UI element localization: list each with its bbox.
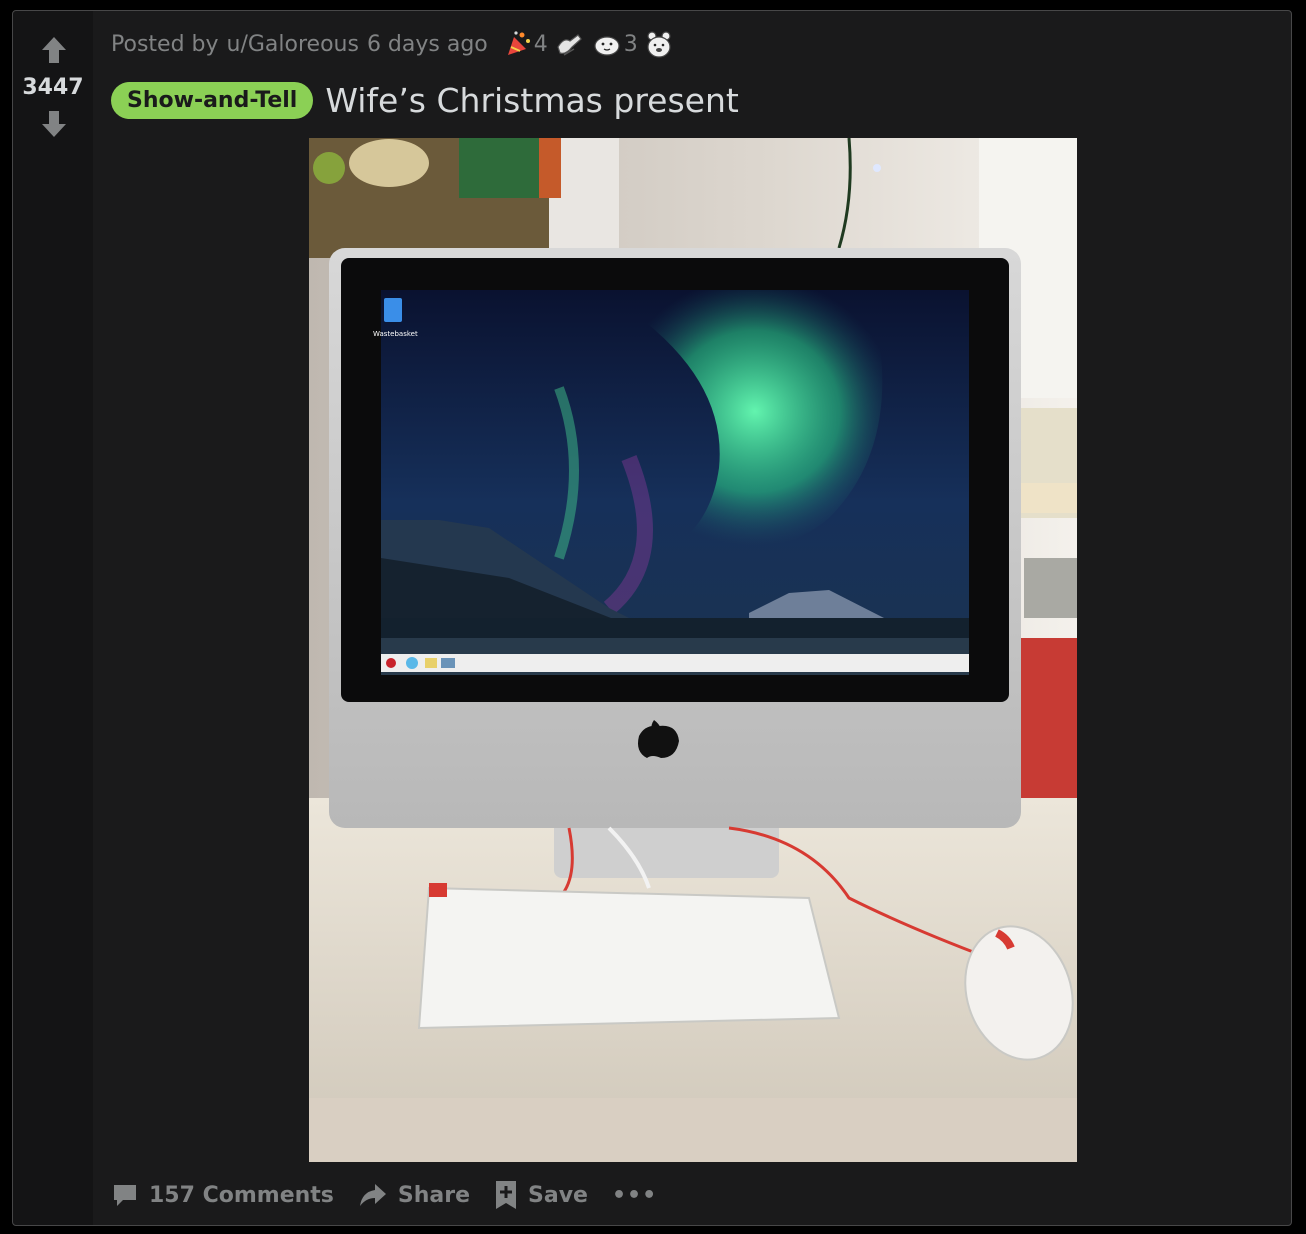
comment-icon [114, 1185, 136, 1206]
post-image[interactable]: Wastebasket [309, 138, 1077, 1162]
downvote-arrow-icon [42, 111, 66, 137]
more-options-button[interactable]: ••• [612, 1183, 657, 1208]
vote-score: 3447 [22, 75, 84, 100]
post-meta: Posted by u/Galoreous 6 days ago 4 3 [111, 29, 682, 59]
award-count: 4 [533, 31, 548, 57]
wastebasket-label: Wastebasket [373, 330, 418, 338]
award-count: 3 [623, 31, 638, 57]
comments-label: 157 Comments [149, 1182, 334, 1208]
downvote-button[interactable] [39, 109, 69, 139]
post-timestamp[interactable]: 6 days ago [367, 32, 488, 57]
wholesome-seal-award-icon[interactable] [592, 29, 622, 59]
save-button[interactable]: Save [494, 1179, 588, 1211]
vote-column: 3447 [13, 11, 93, 1225]
save-label: Save [528, 1182, 588, 1208]
post-flair[interactable]: Show-and-Tell [111, 82, 314, 119]
upvote-button[interactable] [39, 35, 69, 65]
upvote-arrow-icon [42, 37, 66, 63]
post-title[interactable]: Wife’s Christmas present [325, 81, 738, 120]
awards-list[interactable]: 4 3 [502, 29, 682, 59]
share-label: Share [397, 1182, 471, 1208]
helpful-hands-award-icon[interactable] [554, 29, 584, 59]
post-actions: 157 Comments Share Save ••• [111, 1179, 657, 1211]
post-content: Posted by u/Galoreous 6 days ago 4 3 Sho… [111, 11, 1291, 1225]
author-link[interactable]: u/Galoreous [227, 32, 359, 57]
posted-by-label: Posted by [111, 31, 219, 57]
title-row: Show-and-Tell Wife’s Christmas present [111, 81, 739, 120]
bookmark-add-icon [496, 1181, 517, 1209]
comments-button[interactable]: 157 Comments [111, 1181, 334, 1209]
bear-award-icon[interactable] [644, 29, 674, 59]
party-award-icon[interactable] [502, 29, 532, 59]
share-icon [359, 1184, 386, 1206]
share-button[interactable]: Share [358, 1181, 470, 1209]
photo-illustration: Wastebasket [309, 138, 1077, 1162]
post-card[interactable]: 3447 Posted by u/Galoreous 6 days ago 4 … [12, 10, 1292, 1226]
